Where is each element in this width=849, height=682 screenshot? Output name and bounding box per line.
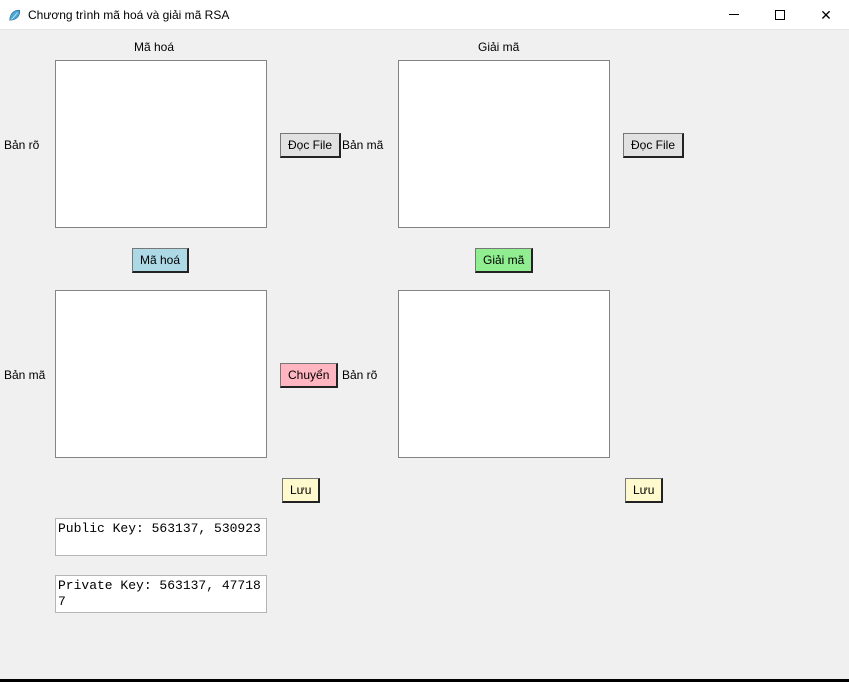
encrypt-input-label: Bản rõ <box>4 138 39 152</box>
client-area: Mã hoá Giải mã Bản rõ Đọc File Bản mã Đọ… <box>0 30 849 682</box>
decrypt-button[interactable]: Giải mã <box>475 248 533 273</box>
decrypt-input-textarea[interactable] <box>398 60 610 228</box>
window-close-button[interactable]: ✕ <box>803 0 849 30</box>
decrypt-read-file-button[interactable]: Đọc File <box>623 133 684 158</box>
title-bar: Chương trình mã hoá và giải mã RSA ✕ <box>0 0 849 30</box>
encrypt-output-label: Bản mã <box>4 368 45 382</box>
window-maximize-button[interactable] <box>757 0 803 30</box>
window-title: Chương trình mã hoá và giải mã RSA <box>28 8 229 22</box>
app-icon <box>8 8 22 22</box>
private-key-display: Private Key: 563137, 477187 <box>55 575 267 613</box>
public-key-display: Public Key: 563137, 530923 <box>55 518 267 556</box>
decrypt-save-button[interactable]: Lưu <box>625 478 663 503</box>
encrypt-heading: Mã hoá <box>134 40 174 54</box>
decrypt-input-label: Bản mã <box>342 138 383 152</box>
encrypt-input-textarea[interactable] <box>55 60 267 228</box>
decrypt-output-label: Bản rõ <box>342 368 377 382</box>
decrypt-output-textarea[interactable] <box>398 290 610 458</box>
encrypt-save-button[interactable]: Lưu <box>282 478 320 503</box>
window-minimize-button[interactable] <box>711 0 757 30</box>
encrypt-read-file-button[interactable]: Đọc File <box>280 133 341 158</box>
decrypt-heading: Giải mã <box>478 40 519 54</box>
encrypt-output-textarea[interactable] <box>55 290 267 458</box>
encrypt-button[interactable]: Mã hoá <box>132 248 189 273</box>
transfer-button[interactable]: Chuyển <box>280 363 338 388</box>
